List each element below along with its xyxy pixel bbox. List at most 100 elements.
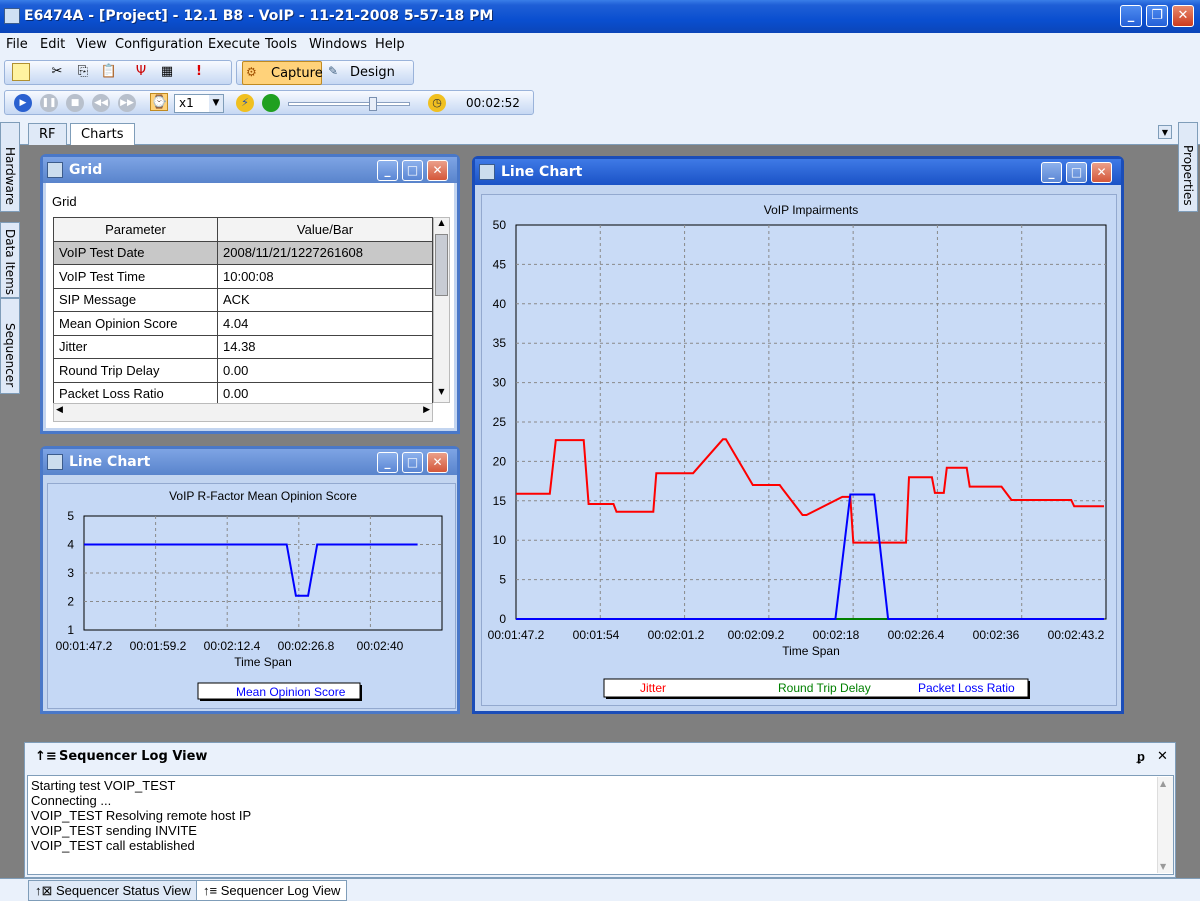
log-line: Connecting ...	[31, 793, 112, 808]
legend-entry: Packet Loss Ratio	[918, 681, 1015, 695]
menu-execute[interactable]: Execute	[208, 37, 260, 52]
x-tick-label: 00:01:47.2	[488, 628, 545, 642]
y-tick-label: 40	[493, 297, 507, 311]
table-icon[interactable]: ▦	[158, 63, 176, 81]
scroll-up-icon[interactable]: ▲	[434, 218, 449, 233]
vertical-scrollbar[interactable]: ▲ ▼	[433, 217, 450, 403]
table-row[interactable]: Round Trip Delay 0.00	[53, 358, 433, 383]
value-cell: 0.00	[217, 381, 433, 406]
close-button[interactable]: ✕	[1172, 5, 1194, 27]
scroll-thumb[interactable]	[435, 234, 448, 296]
minimize-button[interactable]: _	[1120, 5, 1142, 27]
grid-close-button[interactable]: ✕	[427, 160, 448, 181]
side-tab-properties[interactable]: Properties	[1178, 122, 1198, 212]
copy-icon[interactable]: ⎘	[74, 63, 92, 81]
speed-icon[interactable]: ⌚	[150, 93, 168, 111]
mos-close-button[interactable]: ✕	[427, 452, 448, 473]
x-tick-label: 00:02:40	[357, 639, 404, 653]
tab-sequencer-status-view[interactable]: ↑⊠ Sequencer Status View	[28, 880, 198, 901]
cut-icon[interactable]: ✂	[48, 63, 66, 81]
grid-maximize-button[interactable]: □	[402, 160, 423, 181]
table-row[interactable]: Mean Opinion Score 4.04	[53, 311, 433, 336]
chart-title: VoIP R-Factor Mean Opinion Score	[169, 489, 357, 503]
new-file-icon[interactable]	[12, 63, 30, 81]
impairments-minimize-button[interactable]: _	[1041, 162, 1062, 183]
log-line: VOIP_TEST Resolving remote host IP	[31, 808, 252, 823]
side-tab-hardware-label: Hardware	[3, 147, 17, 205]
scroll-down-icon[interactable]: ▼	[434, 387, 449, 402]
log-line: Starting test VOIP_TEST	[31, 778, 176, 793]
side-tab-hardware[interactable]: Hardware	[0, 122, 20, 212]
pause-icon[interactable]: ❚❚	[40, 94, 58, 112]
lightning-icon[interactable]: ⚡	[236, 94, 254, 112]
tab-rf[interactable]: RF	[28, 123, 67, 145]
alert-icon[interactable]: !	[190, 63, 208, 81]
table-row[interactable]: VoIP Test Date 2008/11/21/1227261608	[53, 240, 433, 265]
playback-slider[interactable]	[288, 97, 410, 111]
mos-maximize-button[interactable]: □	[402, 452, 423, 473]
log-line: VOIP_TEST call established	[31, 838, 195, 853]
y-tick-label: 1	[67, 623, 74, 637]
horizontal-scrollbar[interactable]: ◀ ▶	[53, 403, 433, 422]
x-tick-label: 00:02:09.2	[728, 628, 785, 642]
log-line: VOIP_TEST sending INVITE	[31, 823, 197, 838]
filter-icon[interactable]: Ψ	[132, 63, 150, 81]
restore-button[interactable]: ❐	[1146, 5, 1168, 27]
menu-windows[interactable]: Windows	[309, 37, 367, 52]
tab-charts[interactable]: Charts	[70, 123, 135, 145]
rewind-icon[interactable]: ◀◀	[92, 94, 110, 112]
menu-view[interactable]: View	[76, 37, 107, 52]
value-cell: 2008/11/21/1227261608	[217, 240, 433, 265]
play-icon[interactable]: ▶	[14, 94, 32, 112]
side-tab-sequencer-label: Sequencer	[3, 323, 17, 388]
menu-file[interactable]: File	[6, 37, 28, 52]
paste-icon[interactable]: 📋	[100, 63, 118, 81]
impairments-maximize-button[interactable]: □	[1066, 162, 1087, 183]
tab-sequencer-log-view[interactable]: ↑≡ Sequencer Log View	[196, 880, 348, 901]
table-row[interactable]: Jitter 14.38	[53, 334, 433, 359]
x-tick-label: 00:02:36	[973, 628, 1020, 642]
app-icon	[4, 8, 20, 24]
log-scroll-down-icon[interactable]: ▼	[1160, 862, 1166, 871]
impairments-close-button[interactable]: ✕	[1091, 162, 1112, 183]
menu-help[interactable]: Help	[375, 37, 405, 52]
chevron-down-icon[interactable]: ▼	[209, 95, 223, 112]
parameter-table: Parameter Value/Bar VoIP Test Date 2008/1…	[53, 217, 433, 406]
side-tab-data-items[interactable]: Data Items	[0, 222, 20, 298]
stop-icon[interactable]: ■	[66, 94, 84, 112]
column-header-parameter[interactable]: Parameter	[53, 217, 218, 242]
capture-icon: ⚙	[246, 65, 257, 79]
table-row[interactable]: SIP Message ACK	[53, 287, 433, 312]
step-icon[interactable]: ▶▶	[118, 94, 136, 112]
design-label: Design	[350, 65, 395, 80]
sequencer-log-icon: ↑≡	[35, 749, 57, 764]
y-tick-label: 15	[493, 494, 507, 508]
column-header-value[interactable]: Value/Bar	[217, 217, 433, 242]
scroll-left-icon[interactable]: ◀	[56, 405, 63, 415]
side-tab-sequencer[interactable]: Sequencer	[0, 298, 20, 394]
table-row[interactable]: VoIP Test Time 10:00:08	[53, 264, 433, 289]
y-tick-label: 2	[67, 595, 74, 609]
table-row[interactable]: Packet Loss Ratio 0.00	[53, 381, 433, 406]
design-button[interactable]: ✎ Design	[326, 61, 400, 85]
speed-select[interactable]: x1 ▼	[174, 94, 224, 113]
y-tick-label: 3	[67, 566, 74, 580]
scroll-right-icon[interactable]: ▶	[423, 405, 430, 415]
menu-tools[interactable]: Tools	[265, 37, 297, 52]
sequencer-close-icon[interactable]: ✕	[1157, 749, 1168, 764]
pin-icon[interactable]: ᵱ	[1137, 749, 1145, 765]
grid-minimize-button[interactable]: _	[377, 160, 398, 181]
menu-edit[interactable]: Edit	[40, 37, 65, 52]
sequencer-log-title: Sequencer Log View	[59, 749, 208, 764]
menu-configuration[interactable]: Configuration	[115, 37, 203, 52]
impairments-chart-panel-title: Line Chart	[501, 164, 583, 180]
x-tick-label: 00:02:18	[813, 628, 860, 642]
log-scrollbar[interactable]: ▲ ▼	[1157, 777, 1173, 873]
y-tick-label: 5	[67, 509, 74, 523]
tab-list-icon[interactable]: ▼	[1158, 125, 1172, 139]
mos-minimize-button[interactable]: _	[377, 452, 398, 473]
log-scroll-up-icon[interactable]: ▲	[1160, 779, 1166, 788]
capture-button[interactable]: ⚙ Capture	[242, 61, 323, 85]
value-cell: ACK	[217, 287, 433, 312]
slider-thumb[interactable]	[369, 97, 377, 111]
